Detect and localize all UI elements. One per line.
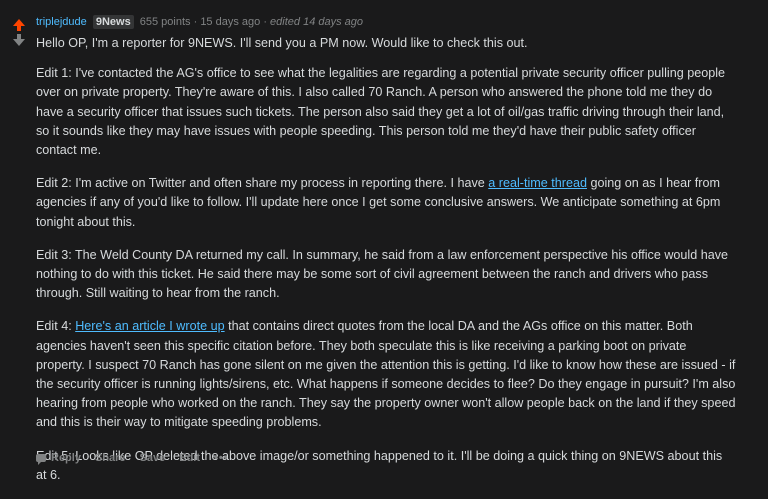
reply-label: Reply bbox=[51, 452, 81, 464]
comment-edited: edited 14 days ago bbox=[270, 16, 364, 28]
comment-paragraph-edit-2: Edit 2: I'm active on Twitter and often … bbox=[36, 174, 736, 232]
comment-body: Hello OP, I'm a reporter for 9NEWS. I'll… bbox=[36, 34, 736, 485]
user-flair: 9News bbox=[92, 15, 134, 29]
comment-paragraph-edit-4: Edit 4: Here's an article I wrote up tha… bbox=[36, 317, 736, 432]
comment-points: 655 points bbox=[139, 16, 191, 28]
real-time-thread-link[interactable]: a real-time thread bbox=[488, 176, 587, 190]
reply-button[interactable]: Reply bbox=[36, 452, 81, 465]
comment-paragraph-edit-3: Edit 3: The Weld County DA returned my c… bbox=[36, 247, 729, 301]
meta-separator: · bbox=[263, 16, 267, 28]
comment-paragraph-intro: Hello OP, I'm a reporter for 9NEWS. I'll… bbox=[36, 36, 528, 50]
edit-4-text-after: that contains direct quotes from the loc… bbox=[36, 319, 736, 430]
comment-author[interactable]: triplejdude bbox=[36, 16, 87, 28]
comment-paragraph-edit-1: Edit 1: I've contacted the AG's office t… bbox=[36, 66, 726, 158]
meta-separator: · bbox=[193, 16, 198, 28]
reply-bubble-icon bbox=[36, 454, 46, 465]
edit-2-text-before: Edit 2: I'm active on Twitter and often … bbox=[36, 176, 489, 191]
article-link[interactable]: Here's an article I wrote up bbox=[75, 319, 224, 333]
upvote-arrow-icon[interactable] bbox=[10, 19, 28, 31]
downvote-arrow-icon[interactable] bbox=[10, 34, 28, 46]
edit-button[interactable]: Edit bbox=[179, 452, 200, 464]
share-button[interactable]: Share bbox=[95, 452, 126, 464]
more-options-icon[interactable]: ••• bbox=[214, 452, 229, 464]
edit-4-text-before: Edit 4: bbox=[36, 319, 76, 334]
comment-time[interactable]: 15 days ago bbox=[200, 16, 260, 28]
comment-meta: triplejdude 9News 655 points · 15 days a… bbox=[36, 14, 736, 30]
save-button[interactable]: Save bbox=[140, 452, 166, 464]
comment: triplejdude 9News 655 points · 15 days a… bbox=[36, 14, 736, 499]
comment-actions: Reply Share Save Edit ••• bbox=[36, 449, 243, 467]
vote-column bbox=[10, 17, 28, 46]
